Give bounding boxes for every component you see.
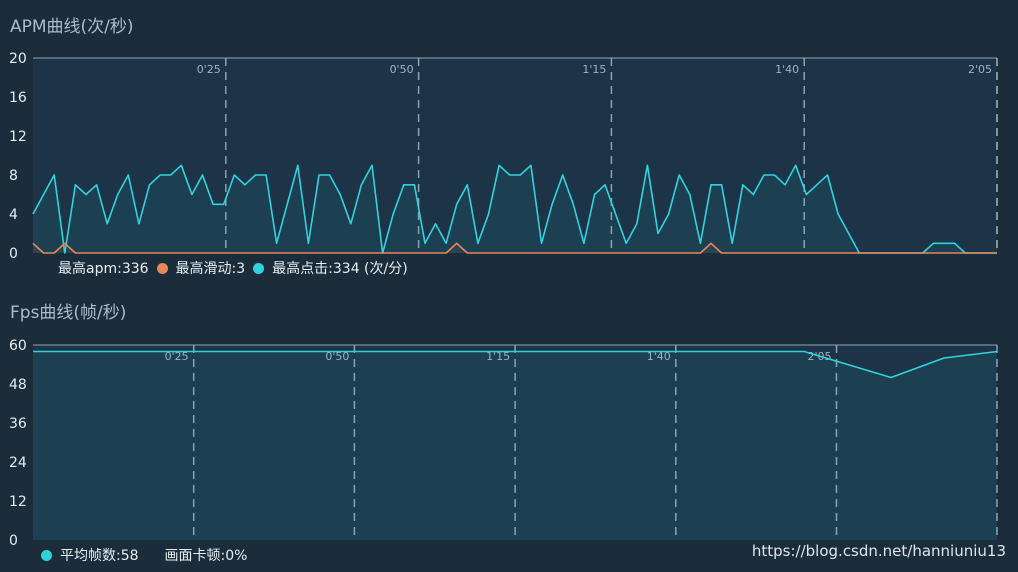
legend-avg-fps: 平均帧数:58 — [60, 548, 139, 564]
fps-area — [33, 351, 997, 540]
fps-chart: 012243648600'25 0'50 1'15 1'40 2'05 — [9, 338, 998, 549]
fps-legend-dot — [41, 549, 52, 561]
y-tick-label: 60 — [9, 338, 27, 354]
y-tick-label: 24 — [9, 455, 27, 471]
legend-max-slide: 最高滑动:3 — [175, 261, 246, 277]
apm-legend: 最高apm:336 最高滑动:3 最高点击:334 (次/分) — [58, 258, 408, 278]
watermark: https://blog.csdn.net/hanniuniu13 — [751, 542, 1006, 560]
click-legend-dot — [253, 262, 265, 274]
y-tick-label: 0 — [9, 533, 18, 549]
y-tick-label: 36 — [9, 416, 27, 432]
legend-max-apm: 最高apm:336 — [58, 261, 149, 277]
fps-legend: 平均帧数:58 画面卡顿:0% — [33, 545, 247, 565]
y-tick-label: 48 — [9, 377, 27, 393]
y-tick-label: 12 — [9, 494, 27, 510]
legend-max-click: 最高点击:334 (次/分) — [272, 261, 408, 277]
slide-legend-dot — [156, 262, 168, 274]
legend-stutter: 画面卡顿:0% — [164, 548, 248, 564]
